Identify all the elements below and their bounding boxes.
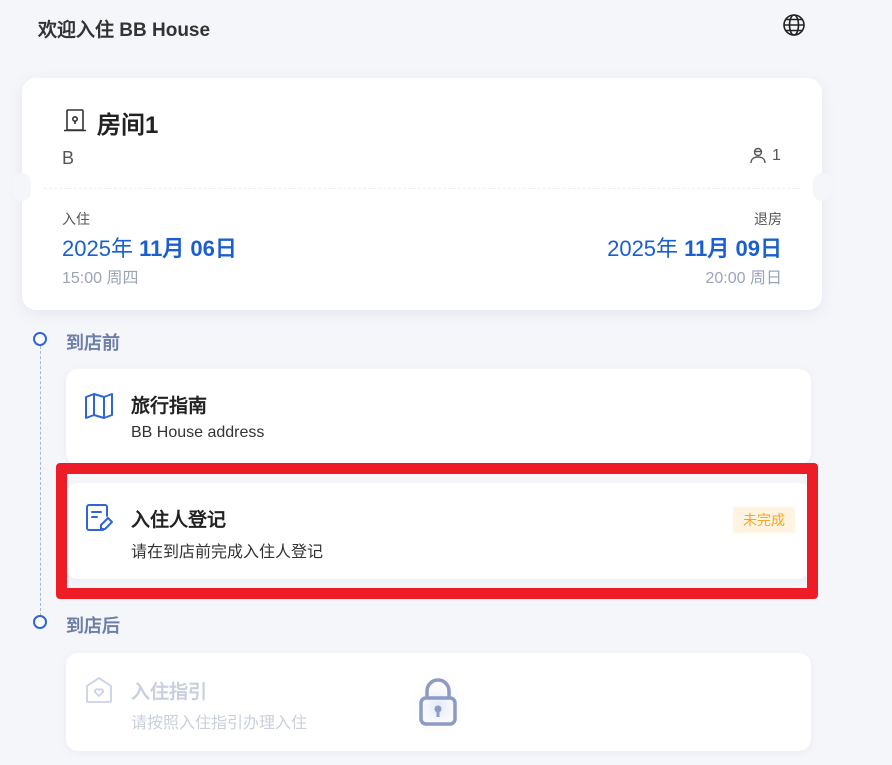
- card-notch-left: [13, 173, 31, 201]
- timeline-line: [40, 346, 41, 616]
- door-icon: [64, 109, 86, 132]
- checkin-monthday: 11月 06日: [139, 236, 237, 261]
- checkin-date: 2025年 11月 06日: [62, 231, 237, 263]
- room-name: 房间1: [97, 112, 159, 139]
- map-icon: [85, 393, 113, 419]
- task-title: 入住指引: [131, 682, 208, 703]
- timeline-dot-after: [33, 615, 47, 629]
- checkin-label: 入住: [62, 211, 90, 227]
- room-card: 房间1 B 1 入住 退房 2025年 11月 06日 2025年 11月 09…: [13, 78, 831, 310]
- home-heart-icon: [86, 677, 112, 703]
- guest-count: 1: [772, 147, 781, 164]
- lock-icon: [405, 672, 471, 740]
- task-title: 旅行指南: [131, 396, 208, 417]
- section-label-after: 到店后: [66, 616, 120, 636]
- page-header: 欢迎入住 BB House: [0, 0, 892, 54]
- checkout-time: 20:00 周日: [705, 270, 783, 287]
- timeline-dot-before: [33, 332, 47, 346]
- task-travel-guide[interactable]: 旅行指南 BB House address: [66, 369, 811, 465]
- room-subtitle: B: [62, 148, 75, 168]
- checkout-year: 2025年: [607, 236, 685, 261]
- checkin-year: 2025年: [62, 236, 140, 261]
- task-description: BB House address: [131, 424, 265, 441]
- highlight-box: [56, 463, 818, 599]
- card-divider: [44, 188, 800, 189]
- globe-icon[interactable]: [782, 13, 806, 37]
- guest-icon: [750, 147, 766, 164]
- section-label-before: 到店前: [66, 333, 120, 353]
- card-notch-right: [813, 173, 831, 201]
- checkout-label: 退房: [754, 211, 782, 227]
- checkout-monthday: 11月 09日: [684, 236, 782, 261]
- checkin-time: 15:00 周四: [62, 270, 139, 287]
- page-title: 欢迎入住 BB House: [38, 20, 211, 41]
- checkout-date: 2025年 11月 09日: [607, 231, 782, 263]
- task-description: 请按照入住指引办理入住: [131, 715, 308, 732]
